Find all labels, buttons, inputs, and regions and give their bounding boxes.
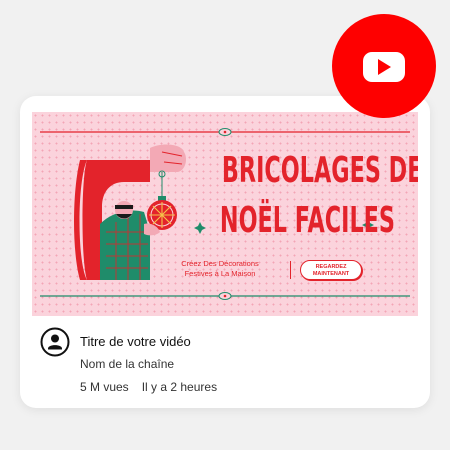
watch-now-label-2: MAINTENANT (312, 270, 350, 277)
video-thumbnail[interactable]: BRICOLAGES DE NOËL FACILES Créez Des Déc… (32, 112, 418, 316)
video-title[interactable]: Titre de votre vidéo (80, 334, 191, 349)
channel-name[interactable]: Nom de la chaîne (80, 357, 174, 371)
upload-time: Il y a 2 heures (141, 380, 218, 394)
video-stats: 5 M vues Il y a 2 heures (80, 380, 217, 394)
youtube-play-icon (363, 52, 405, 82)
video-card[interactable]: BRICOLAGES DE NOËL FACILES Créez Des Déc… (20, 96, 430, 408)
thumbnail-divider (290, 261, 291, 279)
thumbnail-subtitle: Créez Des Décorations Festives à La Mais… (165, 259, 275, 279)
thumbnail-title-line-2: NOËL FACILES (219, 200, 395, 241)
youtube-badge (332, 14, 436, 118)
view-count: 5 M vues (80, 380, 129, 394)
watch-now-button[interactable]: REGARDEZ MAINTENANT (300, 260, 362, 280)
thumbnail-subtitle-line-1: Créez Des Décorations (181, 259, 259, 268)
thumbnail-subtitle-line-2: Festives à La Maison (184, 269, 256, 278)
user-avatar-icon[interactable] (40, 327, 70, 357)
thumbnail-title-line-1: BRICOLAGES DE (221, 150, 418, 191)
